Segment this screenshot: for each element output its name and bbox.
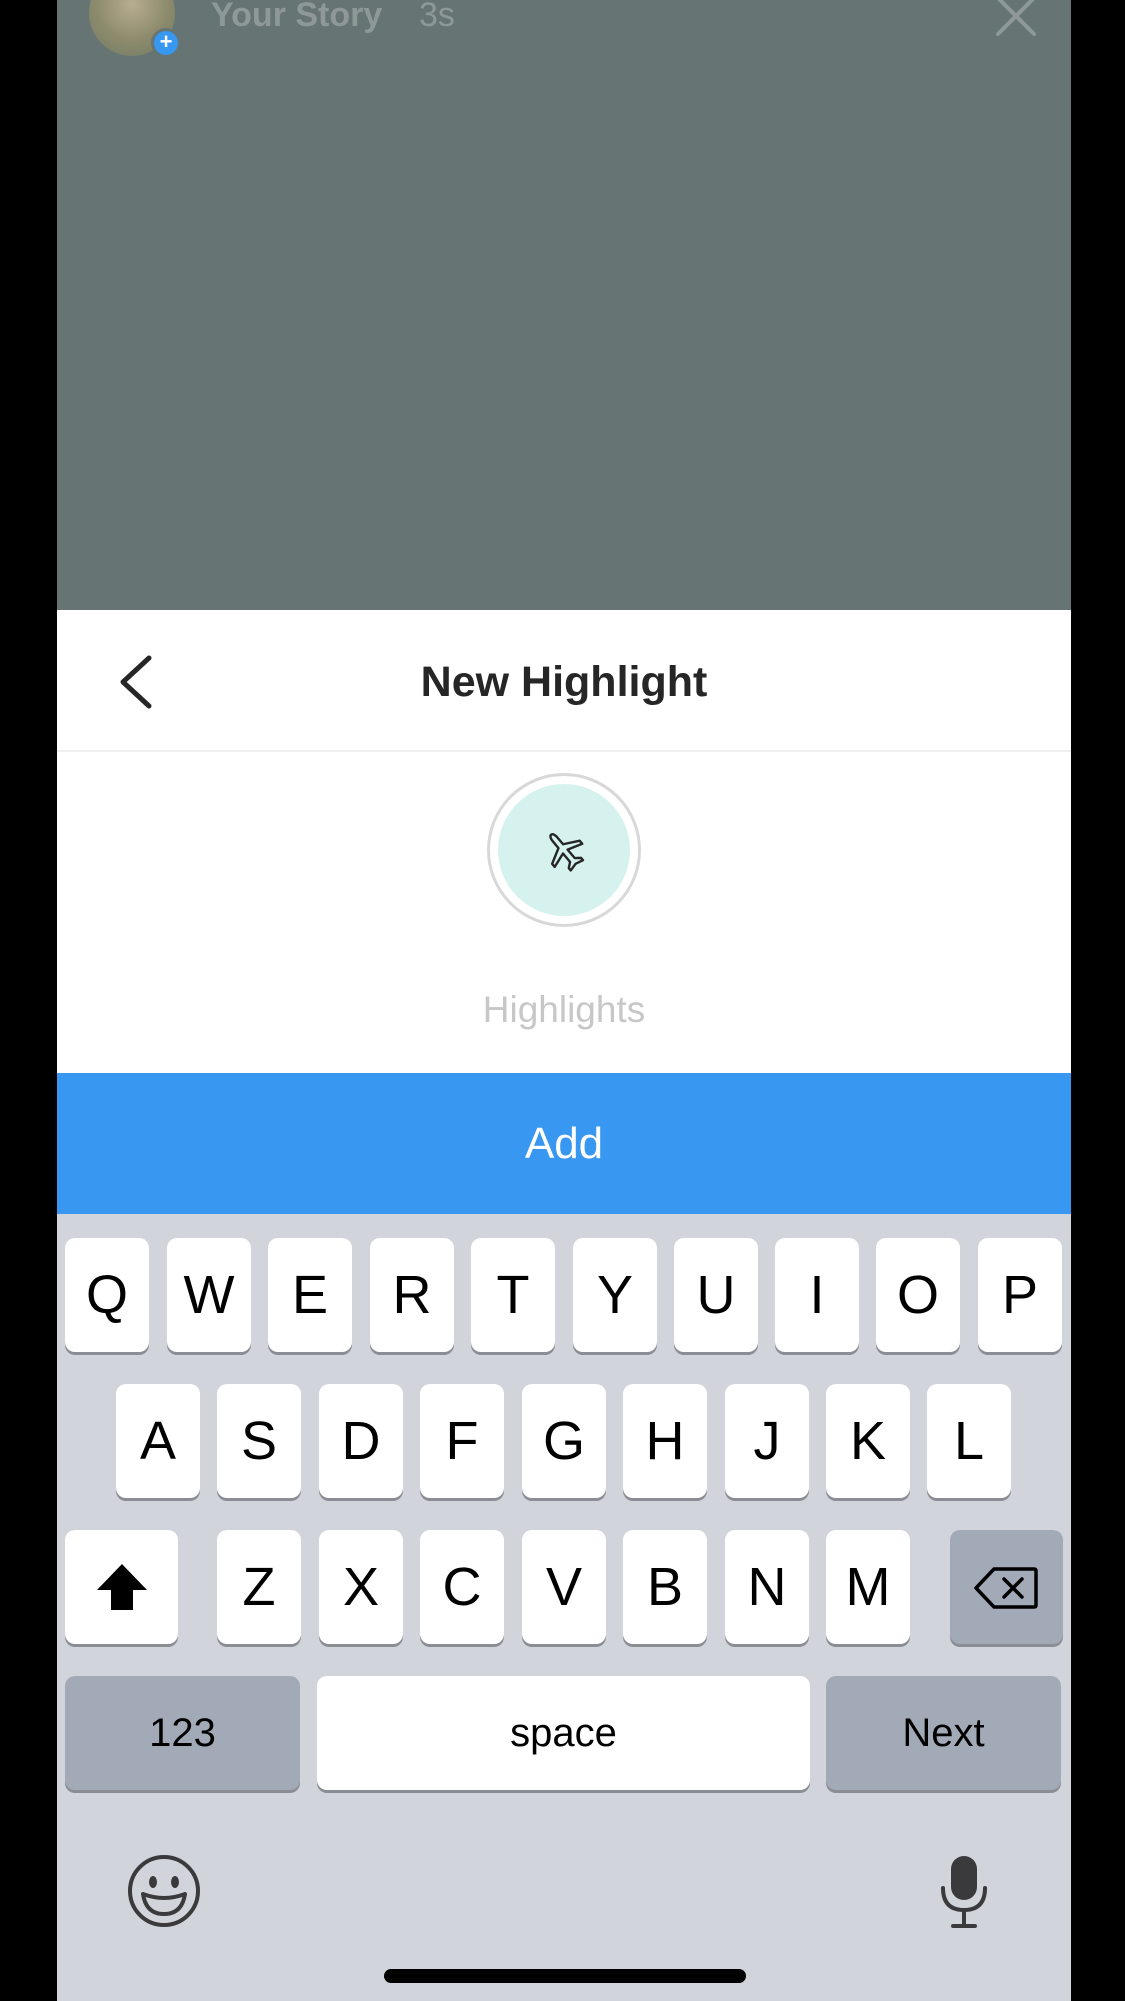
airplane-icon <box>549 833 585 872</box>
key-y[interactable]: Y <box>573 1238 657 1352</box>
key-p[interactable]: P <box>978 1238 1062 1352</box>
key-a[interactable]: A <box>116 1384 200 1498</box>
key-m[interactable]: M <box>826 1530 910 1644</box>
space-key[interactable]: space <box>317 1676 810 1790</box>
keyboard: Q W E R T Y U I O P A S D F G H J K L Z … <box>57 1214 1071 2001</box>
next-key[interactable]: Next <box>826 1676 1061 1790</box>
highlight-cover-picker[interactable] <box>487 773 641 927</box>
key-n[interactable]: N <box>725 1530 809 1644</box>
emoji-icon[interactable] <box>127 1854 201 1928</box>
key-r[interactable]: R <box>370 1238 454 1352</box>
key-q[interactable]: Q <box>65 1238 149 1352</box>
phone-screen: + Your Story 3s New Highlight Add <box>57 0 1071 2001</box>
new-highlight-sheet: New Highlight <box>57 610 1071 1073</box>
delete-key[interactable] <box>950 1530 1063 1644</box>
add-button[interactable]: Add <box>57 1073 1071 1214</box>
key-u[interactable]: U <box>674 1238 758 1352</box>
microphone-icon[interactable] <box>939 1854 989 1930</box>
numbers-key[interactable]: 123 <box>65 1676 300 1790</box>
key-f[interactable]: F <box>420 1384 504 1498</box>
key-h[interactable]: H <box>623 1384 707 1498</box>
highlight-name-input[interactable] <box>57 980 1071 1040</box>
highlight-cover <box>498 784 630 916</box>
key-k[interactable]: K <box>826 1384 910 1498</box>
key-l[interactable]: L <box>927 1384 1011 1498</box>
close-icon[interactable] <box>994 0 1038 38</box>
shift-icon <box>97 1564 147 1610</box>
story-timestamp: 3s <box>419 0 455 34</box>
key-e[interactable]: E <box>268 1238 352 1352</box>
page-title: New Highlight <box>420 658 708 706</box>
key-d[interactable]: D <box>319 1384 403 1498</box>
story-user-label: Your Story <box>211 0 383 34</box>
key-s[interactable]: S <box>217 1384 301 1498</box>
key-g[interactable]: G <box>522 1384 606 1498</box>
key-z[interactable]: Z <box>217 1530 301 1644</box>
key-x[interactable]: X <box>319 1530 403 1644</box>
key-t[interactable]: T <box>471 1238 555 1352</box>
key-c[interactable]: C <box>420 1530 504 1644</box>
key-v[interactable]: V <box>522 1530 606 1644</box>
shift-key[interactable] <box>65 1530 178 1644</box>
key-b[interactable]: B <box>623 1530 707 1644</box>
backspace-icon <box>974 1567 1038 1609</box>
key-w[interactable]: W <box>167 1238 251 1352</box>
avatar[interactable]: + <box>89 0 181 58</box>
key-o[interactable]: O <box>876 1238 960 1352</box>
home-indicator[interactable] <box>384 1969 746 1983</box>
add-story-icon: + <box>151 28 181 58</box>
key-i[interactable]: I <box>775 1238 859 1352</box>
story-background: + Your Story 3s <box>57 0 1071 610</box>
key-j[interactable]: J <box>725 1384 809 1498</box>
sheet-header: New Highlight <box>57 610 1071 752</box>
